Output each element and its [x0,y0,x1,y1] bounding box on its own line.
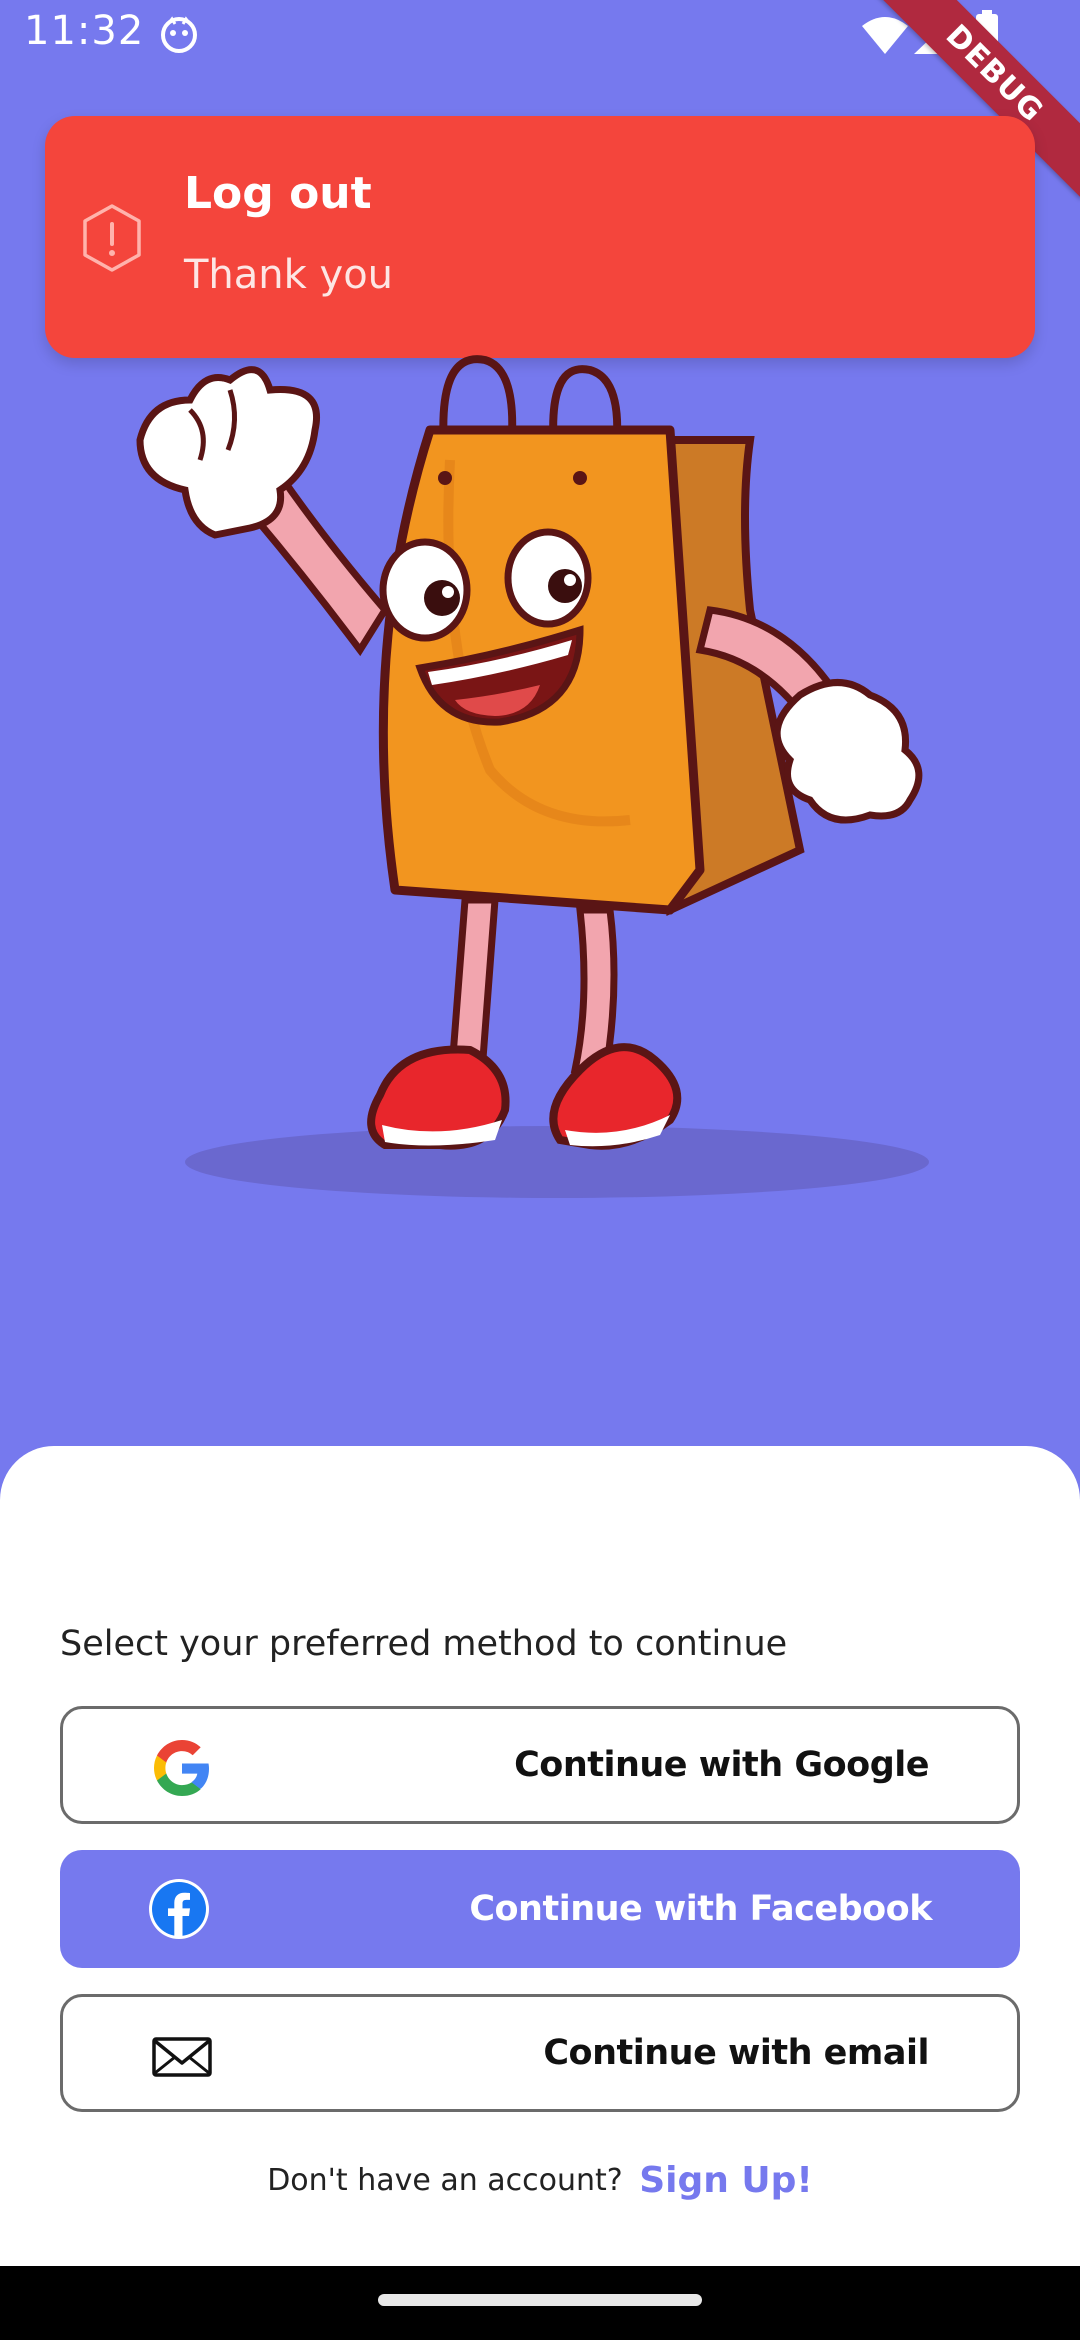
status-time: 11:32 [24,8,145,54]
continue-with-email-button[interactable]: Continue with email [60,1994,1020,2112]
toast-title: Log out [184,168,372,219]
logout-toast[interactable]: Log out Thank you [45,116,1035,358]
continue-with-facebook-button[interactable]: Continue with Facebook [60,1850,1020,1968]
shopping-bag-mascot-illustration [136,355,929,1198]
toast-message: Thank you [184,252,394,298]
wifi-icon [862,17,908,54]
navigation-bar [0,2266,1080,2340]
google-icon [154,1740,209,1796]
signup-link[interactable]: Sign Up! [639,2160,813,2201]
home-gesture-handle[interactable] [378,2294,702,2306]
facebook-icon [149,1879,209,1939]
continue-with-google-button[interactable]: Continue with Google [60,1706,1020,1824]
app-notification-icon [161,16,197,53]
alert-hexagon-icon [83,204,141,272]
mail-icon [152,2037,212,2077]
facebook-button-label: Continue with Facebook [469,1889,932,1929]
email-button-label: Continue with email [543,2033,929,2073]
google-button-label: Continue with Google [514,1745,929,1785]
sheet-prompt: Select your preferred method to continue [60,1624,788,1664]
signup-row: Don't have an account? Sign Up! [0,2160,1080,2201]
signup-prompt: Don't have an account? [267,2163,623,2198]
